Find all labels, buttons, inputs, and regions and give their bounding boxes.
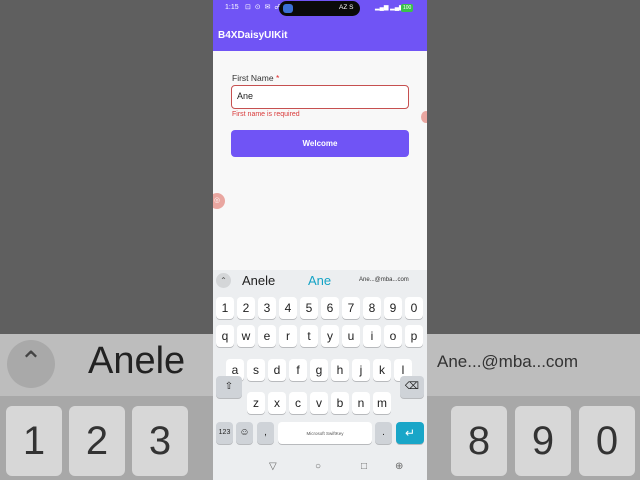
- key-x[interactable]: x: [268, 392, 286, 414]
- key-1[interactable]: 1: [216, 297, 234, 319]
- key-i[interactable]: i: [363, 325, 381, 347]
- notification-icons: ⊡ ⊙ ✉ ☍: [245, 4, 283, 11]
- key-g[interactable]: g: [310, 359, 328, 381]
- key-o[interactable]: o: [384, 325, 402, 347]
- suggestion-item[interactable]: Ane: [308, 273, 331, 288]
- backdrop-suggestion-email: Ane...@mba...com: [437, 352, 579, 371]
- backdrop-key: 3: [132, 406, 188, 476]
- phone-screen: 1:15 ⊡ ⊙ ✉ ☍ AZ S ▂▄▆ ▂▄▆ 100 B4XDaisyUI…: [213, 0, 427, 480]
- key-h[interactable]: h: [331, 359, 349, 381]
- dynamic-island: AZ S: [279, 1, 360, 16]
- back-icon[interactable]: ▽: [269, 461, 277, 472]
- chevron-up-icon[interactable]: ⌃: [216, 273, 231, 288]
- key-t[interactable]: t: [300, 325, 318, 347]
- key-4[interactable]: 4: [279, 297, 297, 319]
- key-q[interactable]: q: [216, 325, 234, 347]
- first-name-input[interactable]: [237, 91, 387, 101]
- status-bar: 1:15 ⊡ ⊙ ✉ ☍ AZ S ▂▄▆ ▂▄▆ 100: [213, 0, 427, 18]
- backdrop-key: 2: [69, 406, 125, 476]
- app-bar: B4XDaisyUIKit: [213, 18, 427, 51]
- key-p[interactable]: p: [405, 325, 423, 347]
- backdrop-chevron-icon: ⌃: [7, 340, 55, 388]
- key-m[interactable]: m: [373, 392, 391, 414]
- key-3[interactable]: 3: [258, 297, 276, 319]
- key-w[interactable]: w: [237, 325, 255, 347]
- key-5[interactable]: 5: [300, 297, 318, 319]
- backdrop-key: 1: [6, 406, 62, 476]
- backdrop-suggestion: Anele: [88, 340, 186, 382]
- key-j[interactable]: j: [352, 359, 370, 381]
- suggestion-bar: ⌃ Anele Ane Ane...@mba...com: [213, 270, 427, 292]
- app-title: B4XDaisyUIKit: [218, 30, 288, 41]
- enter-key[interactable]: ↵: [396, 422, 424, 444]
- key-v[interactable]: v: [310, 392, 328, 414]
- backdrop-key: 9: [515, 406, 571, 476]
- key-b[interactable]: b: [331, 392, 349, 414]
- recents-icon[interactable]: □: [361, 461, 367, 472]
- key-c[interactable]: c: [289, 392, 307, 414]
- floating-handle[interactable]: [421, 111, 427, 123]
- shift-key[interactable]: ⇧: [216, 376, 242, 398]
- key-s[interactable]: s: [247, 359, 265, 381]
- key-u[interactable]: u: [342, 325, 360, 347]
- first-name-error: First name is required: [232, 111, 300, 118]
- key-8[interactable]: 8: [363, 297, 381, 319]
- key-9[interactable]: 9: [384, 297, 402, 319]
- key-7[interactable]: 7: [342, 297, 360, 319]
- backdrop-key: 0: [579, 406, 635, 476]
- comma-key[interactable]: ,: [257, 422, 274, 444]
- key-6[interactable]: 6: [321, 297, 339, 319]
- battery-icon: 100: [401, 4, 414, 12]
- keyboard: ⌃ Anele Ane Ane...@mba...com 1234567890 …: [213, 270, 427, 454]
- space-key[interactable]: Microsoft SwiftKey: [278, 422, 372, 444]
- key-z[interactable]: z: [247, 392, 265, 414]
- suggestion-item[interactable]: Ane...@mba...com: [359, 277, 409, 283]
- key-2[interactable]: 2: [237, 297, 255, 319]
- key-y[interactable]: y: [321, 325, 339, 347]
- carrier-text: AZ S: [339, 4, 354, 11]
- key-0[interactable]: 0: [405, 297, 423, 319]
- form-content: First Name * First name is required Welc…: [213, 51, 427, 270]
- backspace-key[interactable]: ⌫: [400, 376, 424, 398]
- status-time: 1:15: [225, 4, 239, 11]
- key-e[interactable]: e: [258, 325, 276, 347]
- key-r[interactable]: r: [279, 325, 297, 347]
- home-icon[interactable]: ○: [315, 461, 321, 472]
- period-key[interactable]: .: [375, 422, 392, 444]
- first-name-label: First Name *: [232, 73, 280, 83]
- key-d[interactable]: d: [268, 359, 286, 381]
- suggestion-item[interactable]: Anele: [242, 273, 275, 288]
- floating-capture-icon[interactable]: ◎: [213, 193, 225, 209]
- first-name-field[interactable]: [231, 85, 409, 109]
- key-f[interactable]: f: [289, 359, 307, 381]
- symbols-key[interactable]: 123: [216, 422, 233, 444]
- signal-icon: ▂▄▆ ▂▄▆: [375, 5, 404, 11]
- navigation-bar: ▽ ○ □ ⊕: [213, 454, 427, 480]
- key-n[interactable]: n: [352, 392, 370, 414]
- welcome-button[interactable]: Welcome: [231, 130, 409, 157]
- backdrop-key: 8: [451, 406, 507, 476]
- chat-icon: [283, 4, 293, 13]
- globe-icon[interactable]: ⊕: [395, 461, 403, 472]
- backdrop-right: Ane...@mba...com 8 9 0: [427, 0, 640, 480]
- backdrop-left: ⌃ Anele 1 2 3: [0, 0, 213, 480]
- emoji-key[interactable]: ☺: [236, 422, 253, 444]
- screen-stage: ⌃ Anele 1 2 3 Ane...@mba...com 8 9 0 1:1…: [0, 0, 640, 480]
- key-k[interactable]: k: [373, 359, 391, 381]
- required-mark: *: [275, 73, 280, 83]
